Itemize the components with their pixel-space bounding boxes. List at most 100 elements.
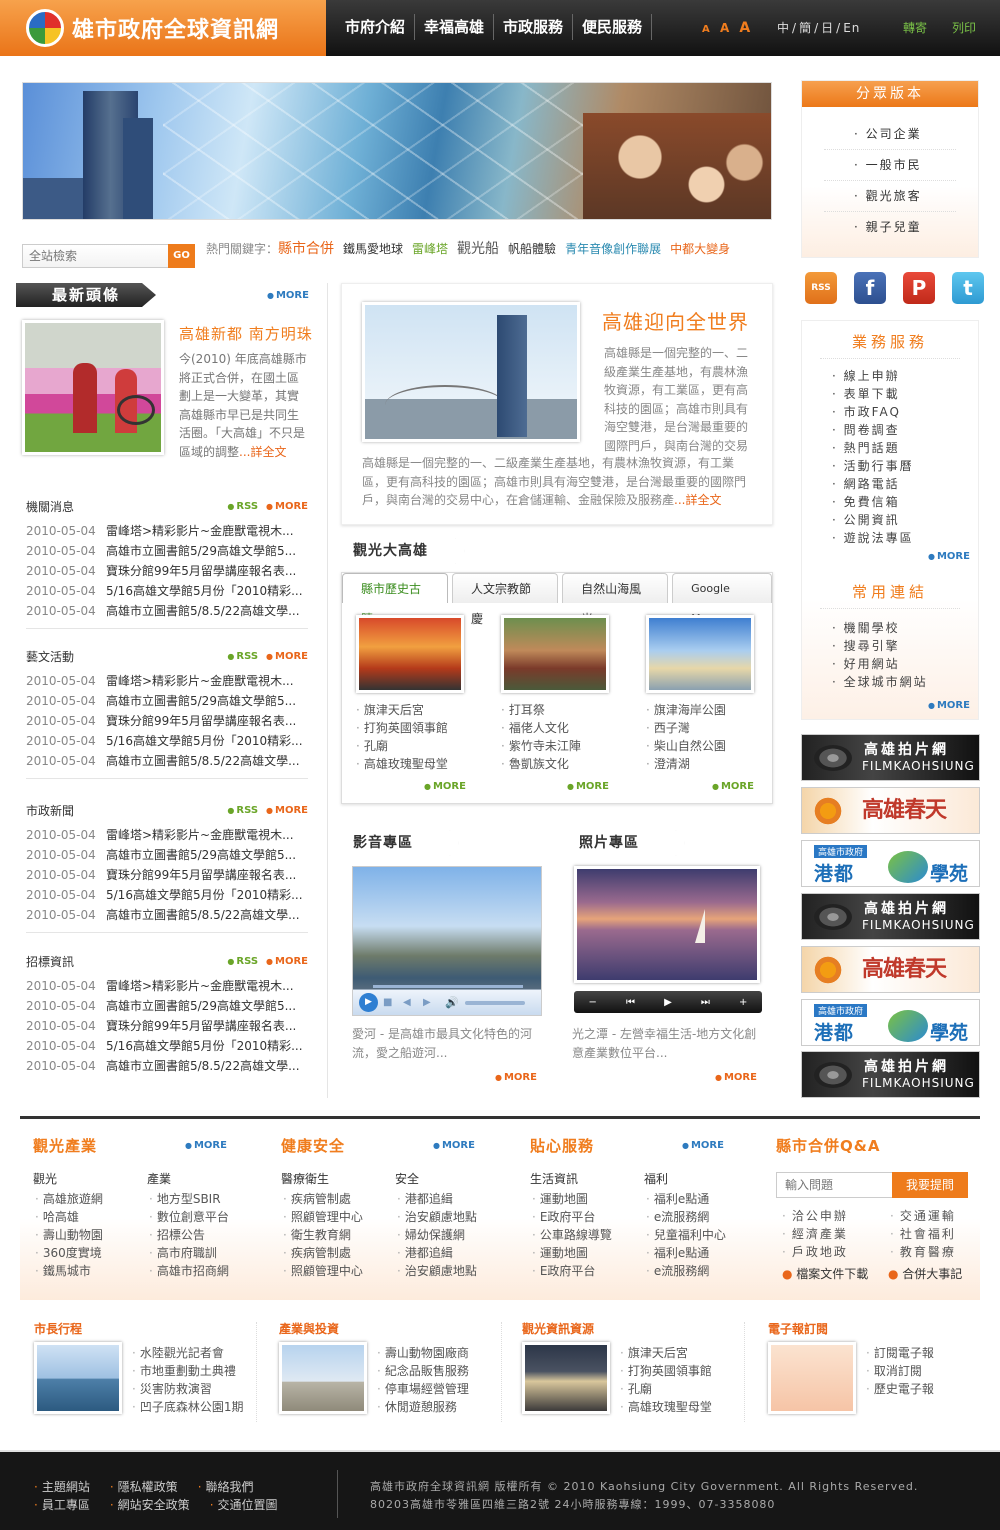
progress-bar[interactable] (373, 985, 523, 988)
panel-link[interactable]: 治安顧慮地點 (397, 1262, 477, 1280)
print-link[interactable]: 列印 (952, 19, 976, 36)
news-row[interactable]: 2010-05-04 高雄市立圖書館5/29高雄文學館5... (26, 996, 308, 1016)
service-link[interactable]: · 公開資訊 (832, 511, 978, 529)
bottom-section-photo[interactable] (768, 1342, 856, 1414)
footer-link[interactable]: 聯絡我們 (198, 1478, 254, 1495)
panel-link[interactable]: 婦幼保護網 (397, 1226, 477, 1244)
hot-keyword[interactable]: 雷峰塔 (412, 242, 448, 256)
common-link[interactable]: · 機關學校 (832, 619, 928, 637)
search-input[interactable] (23, 245, 168, 267)
tourism-link[interactable]: 柴山自然公園 (632, 737, 752, 755)
panel-link[interactable]: 地方型SBIR (149, 1190, 229, 1208)
bottom-link[interactable]: 停車場經營管理 (377, 1380, 469, 1398)
panel-link[interactable]: 鐵馬城市 (35, 1262, 103, 1280)
nav-item-happy[interactable]: 幸福高雄 (415, 14, 495, 40)
service-link[interactable]: · 遊說法專區 (832, 529, 978, 547)
tourism-link[interactable]: 孔廟 (342, 737, 462, 755)
panel-more-link[interactable]: MORE (682, 1140, 724, 1151)
bottom-link[interactable]: 凹子底森林公園1期 (132, 1398, 244, 1416)
footer-link[interactable]: 員工專區 (34, 1496, 90, 1513)
panel-link[interactable]: 高雄市招商網 (149, 1262, 229, 1280)
news-row[interactable]: 2010-05-04 雷峰塔>精彩影片~金鹿獸電視木... (26, 976, 308, 996)
ask-question-button[interactable]: 我要提問 (892, 1172, 968, 1198)
links-more-link[interactable]: MORE (928, 700, 970, 711)
panel-link[interactable]: 數位創意平台 (149, 1208, 229, 1226)
panel-link[interactable]: 疾病管制處 (283, 1244, 363, 1262)
service-link[interactable]: · 市政FAQ (832, 403, 978, 421)
tourism-link[interactable]: 旗津天后宮 (342, 701, 462, 719)
service-link[interactable]: · 問卷調查 (832, 421, 978, 439)
panel-link[interactable]: 公車路線導覽 (532, 1226, 612, 1244)
news-row[interactable]: 2010-05-04 高雄市立圖書館5/29高雄文學館5... (26, 541, 308, 561)
tourism-link[interactable]: 澄清湖 (632, 755, 752, 773)
audience-item[interactable]: · 親子兒童 (824, 212, 956, 242)
tourism-more-link[interactable]: MORE (567, 781, 609, 792)
play-icon[interactable]: ▶ (359, 993, 378, 1012)
search-go-button[interactable]: GO (168, 244, 195, 268)
panel-more-link[interactable]: MORE (185, 1140, 227, 1151)
service-link[interactable]: · 活動行事曆 (832, 457, 978, 475)
tourism-link[interactable]: 旗津海岸公園 (632, 701, 752, 719)
film-banner[interactable]: 高雄拍片網 FILMKAOHSIUNG (801, 1051, 980, 1098)
common-link[interactable]: · 全球城市網站 (832, 673, 928, 691)
news-row[interactable]: 2010-05-04 高雄市立圖書館5/29高雄文學館5... (26, 691, 308, 711)
hot-keyword[interactable]: 縣市合併 (278, 241, 334, 257)
last-photo-button[interactable]: ⏭ (701, 997, 710, 1008)
tourism-link[interactable]: 紫竹寺未江陣 (487, 737, 607, 755)
hot-keyword[interactable]: 帆船體驗 (508, 242, 556, 256)
tourism-link[interactable]: 打狗英國領事館 (342, 719, 462, 737)
bottom-link[interactable]: 高雄玫瑰聖母堂 (620, 1398, 712, 1416)
qa-category-link[interactable]: 經濟產業 (782, 1225, 848, 1243)
bottom-link[interactable]: 休閒遊憩服務 (377, 1398, 469, 1416)
panel-link[interactable]: 壽山動物園 (35, 1226, 103, 1244)
volume-icon[interactable]: 🔊 (445, 996, 459, 1009)
qa-download-link[interactable]: ● 檔案文件下載 (782, 1265, 868, 1282)
rss-icon[interactable]: RSS (805, 272, 837, 304)
news-row[interactable]: 2010-05-04 5/16高雄文學館5月份「2010精彩... (26, 581, 308, 601)
tab-nature[interactable]: 自然山海風光 (562, 573, 669, 626)
hot-keyword[interactable]: 觀光船 (457, 241, 499, 257)
font-large-button[interactable]: A (739, 20, 750, 36)
play-slideshow-button[interactable]: ▶ (664, 997, 672, 1008)
rss-link[interactable]: RSS (227, 956, 258, 967)
news-row[interactable]: 2010-05-04 高雄市立圖書館5/8.5/22高雄文學... (26, 751, 308, 771)
panel-link[interactable]: 疾病管制處 (283, 1190, 363, 1208)
audience-item[interactable]: · 公司企業 (824, 119, 956, 150)
photo-more-link[interactable]: MORE (715, 1072, 757, 1083)
headline-more-link[interactable]: MORE (267, 290, 309, 301)
news-row[interactable]: 2010-05-04 寶珠分館99年5月留學講座報名表... (26, 711, 308, 731)
audience-item[interactable]: · 一般市民 (824, 150, 956, 181)
panel-more-link[interactable]: MORE (433, 1140, 475, 1151)
news-row[interactable]: 2010-05-04 雷峰塔>精彩影片~金鹿獸電視木... (26, 825, 308, 845)
panel-link[interactable]: 照顧管理中心 (283, 1208, 363, 1226)
tourism-link[interactable]: 福佬人文化 (487, 719, 607, 737)
school-banner[interactable]: 高雄市政府 港都 學苑 (801, 840, 980, 887)
headline-readmore-link[interactable]: ...詳全文 (239, 445, 286, 459)
bottom-link[interactable]: 市地重劃動土典禮 (132, 1362, 243, 1380)
qa-events-link[interactable]: ● 合併大事記 (888, 1265, 962, 1282)
hot-keyword[interactable]: 鐵馬愛地球 (343, 242, 403, 256)
news-row[interactable]: 2010-05-04 雷峰塔>精彩影片~金鹿獸電視木... (26, 671, 308, 691)
panel-link[interactable]: 照顧管理中心 (283, 1262, 363, 1280)
bottom-link[interactable]: 打狗英國領事館 (620, 1362, 712, 1380)
footer-link[interactable]: 網站安全政策 (110, 1496, 190, 1513)
qa-category-link[interactable]: 戶政地政 (782, 1243, 848, 1261)
rss-link[interactable]: RSS (227, 805, 258, 816)
panel-link[interactable]: 衛生教育網 (283, 1226, 363, 1244)
common-link[interactable]: · 搜尋引擎 (832, 637, 928, 655)
panel-link[interactable]: 兒童福利中心 (646, 1226, 726, 1244)
bottom-section-photo[interactable] (522, 1342, 610, 1414)
news-row[interactable]: 2010-05-04 寶珠分館99年5月留學講座報名表... (26, 865, 308, 885)
forward-link[interactable]: 轉寄 (903, 19, 927, 36)
video-more-link[interactable]: MORE (495, 1072, 537, 1083)
service-link[interactable]: · 熱門話題 (832, 439, 978, 457)
twitter-icon[interactable]: t (952, 272, 984, 304)
spring-banner[interactable]: 高雄春天 (801, 787, 980, 834)
feature-readmore-link[interactable]: ...詳全文 (674, 493, 721, 507)
panel-link[interactable]: e流服務網 (646, 1262, 726, 1280)
panel-link[interactable]: E政府平台 (532, 1208, 612, 1226)
panel-link[interactable]: 運動地圖 (532, 1244, 612, 1262)
panel-link[interactable]: E政府平台 (532, 1262, 612, 1280)
tab-heritage[interactable]: 縣市歷史古蹟 (342, 573, 449, 626)
service-link[interactable]: · 線上申辦 (832, 367, 978, 385)
